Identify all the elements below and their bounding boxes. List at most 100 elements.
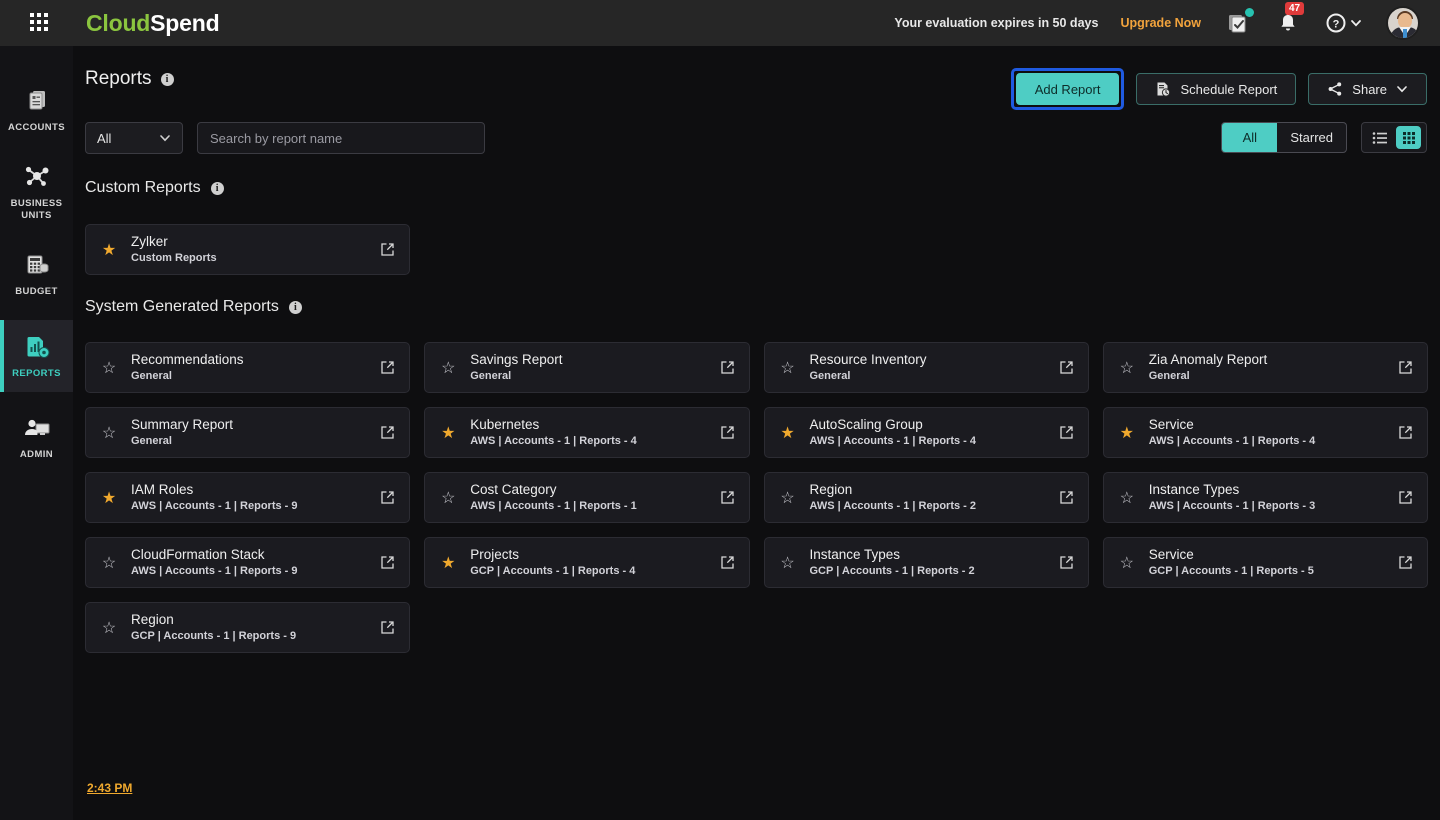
- share-button[interactable]: Share: [1308, 73, 1427, 105]
- report-card[interactable]: ★KubernetesAWS | Accounts - 1 | Reports …: [424, 407, 749, 458]
- report-card-title: Instance Types: [810, 547, 975, 563]
- star-outline-icon[interactable]: ☆: [100, 618, 118, 638]
- external-link-icon[interactable]: [380, 360, 395, 375]
- external-link-icon[interactable]: [380, 425, 395, 440]
- report-card[interactable]: ★ProjectsGCP | Accounts - 1 | Reports - …: [424, 537, 749, 588]
- external-link-icon[interactable]: [1059, 425, 1074, 440]
- external-link-icon[interactable]: [380, 242, 395, 257]
- report-card-title: Zia Anomaly Report: [1149, 352, 1268, 368]
- report-card[interactable]: ★ZylkerCustom Reports: [85, 224, 410, 275]
- report-card-text: IAM RolesAWS | Accounts - 1 | Reports - …: [131, 482, 298, 513]
- info-icon[interactable]: i: [289, 301, 302, 314]
- search-input[interactable]: [210, 131, 472, 146]
- external-link-icon[interactable]: [720, 555, 735, 570]
- tasks-checklist-icon[interactable]: [1227, 11, 1251, 35]
- report-card-text: Zia Anomaly Report General: [1149, 352, 1268, 383]
- report-card-title: Cost Category: [470, 482, 637, 498]
- report-card[interactable]: ★AutoScaling GroupAWS | Accounts - 1 | R…: [764, 407, 1089, 458]
- help-circle-icon[interactable]: ?: [1325, 12, 1362, 34]
- info-icon[interactable]: i: [211, 182, 224, 195]
- star-filled-icon[interactable]: ★: [1118, 423, 1136, 443]
- report-card[interactable]: ☆Summary ReportGeneral: [85, 407, 410, 458]
- external-link-icon[interactable]: [1398, 490, 1413, 505]
- schedule-report-label: Schedule Report: [1180, 82, 1277, 97]
- sidebar-nav: ACCOUNTS BUSINESS UNITS: [0, 46, 73, 820]
- schedule-report-button[interactable]: Schedule Report: [1136, 73, 1296, 105]
- apps-grid-icon[interactable]: [30, 13, 50, 33]
- status-time[interactable]: 2:43 PM: [87, 781, 132, 795]
- star-outline-icon[interactable]: ☆: [779, 488, 797, 508]
- notification-count-badge: 47: [1285, 2, 1304, 15]
- app-logo[interactable]: CloudSpend: [86, 10, 219, 37]
- external-link-icon[interactable]: [1398, 360, 1413, 375]
- report-card-text: Instance TypesAWS | Accounts - 1 | Repor…: [1149, 482, 1316, 513]
- external-link-icon[interactable]: [380, 490, 395, 505]
- segment-all[interactable]: All: [1222, 123, 1277, 152]
- external-link-icon[interactable]: [1059, 360, 1074, 375]
- bell-icon[interactable]: 47: [1277, 11, 1299, 35]
- external-link-icon[interactable]: [1398, 555, 1413, 570]
- sidebar-item-admin[interactable]: ADMIN: [0, 402, 73, 474]
- star-outline-icon[interactable]: ☆: [1118, 358, 1136, 378]
- report-card-subtitle: General: [1149, 370, 1268, 383]
- list-view-icon[interactable]: [1367, 126, 1392, 149]
- report-card[interactable]: ☆CloudFormation StackAWS | Accounts - 1 …: [85, 537, 410, 588]
- external-link-icon[interactable]: [720, 360, 735, 375]
- chevron-down-icon: [159, 132, 171, 144]
- star-outline-icon[interactable]: ☆: [779, 553, 797, 573]
- brand-name-part2: Spend: [150, 10, 219, 36]
- external-link-icon[interactable]: [380, 620, 395, 635]
- sidebar-item-budget[interactable]: BUDGET: [0, 238, 73, 310]
- upgrade-now-link[interactable]: Upgrade Now: [1120, 16, 1201, 30]
- report-card[interactable]: ☆Cost CategoryAWS | Accounts - 1 | Repor…: [424, 472, 749, 523]
- report-card-title: Service: [1149, 547, 1314, 563]
- report-card[interactable]: ☆Resource InventoryGeneral: [764, 342, 1089, 393]
- info-icon[interactable]: i: [161, 73, 174, 86]
- external-link-icon[interactable]: [720, 490, 735, 505]
- grid-view-icon[interactable]: [1396, 126, 1421, 149]
- search-box[interactable]: [197, 122, 485, 154]
- star-outline-icon[interactable]: ☆: [1118, 553, 1136, 573]
- report-card[interactable]: ☆RegionGCP | Accounts - 1 | Reports - 9: [85, 602, 410, 653]
- external-link-icon[interactable]: [1059, 490, 1074, 505]
- report-card[interactable]: ☆ RecommendationsGeneral: [85, 342, 410, 393]
- report-card[interactable]: ☆ Savings ReportGeneral: [424, 342, 749, 393]
- report-card-text: Savings ReportGeneral: [470, 352, 562, 383]
- star-outline-icon[interactable]: ☆: [100, 358, 118, 378]
- report-card[interactable]: ☆ Zia Anomaly Report General: [1103, 342, 1428, 393]
- report-card[interactable]: ☆ServiceGCP | Accounts - 1 | Reports - 5: [1103, 537, 1428, 588]
- star-filled-icon[interactable]: ★: [439, 553, 457, 573]
- report-card-subtitle: General: [131, 370, 244, 383]
- external-link-icon[interactable]: [380, 555, 395, 570]
- report-card[interactable]: ☆ Instance TypesAWS | Accounts - 1 | Repo…: [1103, 472, 1428, 523]
- report-card[interactable]: ★ IAM RolesAWS | Accounts - 1 | Reports -…: [85, 472, 410, 523]
- avatar[interactable]: [1386, 6, 1420, 40]
- add-report-button[interactable]: Add Report: [1016, 73, 1120, 105]
- star-filled-icon[interactable]: ★: [439, 423, 457, 443]
- star-outline-icon[interactable]: ☆: [439, 488, 457, 508]
- report-card-text: RecommendationsGeneral: [131, 352, 244, 383]
- report-card-title: Service: [1149, 417, 1316, 433]
- report-card-title: IAM Roles: [131, 482, 298, 498]
- external-link-icon[interactable]: [1398, 425, 1413, 440]
- report-card[interactable]: ☆Instance TypesGCP | Accounts - 1 | Repo…: [764, 537, 1089, 588]
- star-outline-icon[interactable]: ☆: [100, 553, 118, 573]
- star-filled-icon[interactable]: ★: [100, 240, 118, 260]
- sidebar-item-accounts[interactable]: ACCOUNTS: [0, 74, 73, 146]
- external-link-icon[interactable]: [720, 425, 735, 440]
- report-card-title: Kubernetes: [470, 417, 637, 433]
- report-type-select[interactable]: All: [85, 122, 183, 154]
- star-outline-icon[interactable]: ☆: [100, 423, 118, 443]
- star-filled-icon[interactable]: ★: [779, 423, 797, 443]
- report-card[interactable]: ☆RegionAWS | Accounts - 1 | Reports - 2: [764, 472, 1089, 523]
- report-card-title: Resource Inventory: [810, 352, 927, 368]
- sidebar-item-business-units[interactable]: BUSINESS UNITS: [0, 156, 73, 228]
- star-outline-icon[interactable]: ☆: [439, 358, 457, 378]
- report-card[interactable]: ★ServiceAWS | Accounts - 1 | Reports - 4: [1103, 407, 1428, 458]
- sidebar-item-reports[interactable]: REPORTS: [0, 320, 73, 392]
- external-link-icon[interactable]: [1059, 555, 1074, 570]
- star-outline-icon[interactable]: ☆: [1118, 488, 1136, 508]
- star-filled-icon[interactable]: ★: [100, 488, 118, 508]
- segment-starred[interactable]: Starred: [1277, 123, 1346, 152]
- star-outline-icon[interactable]: ☆: [779, 358, 797, 378]
